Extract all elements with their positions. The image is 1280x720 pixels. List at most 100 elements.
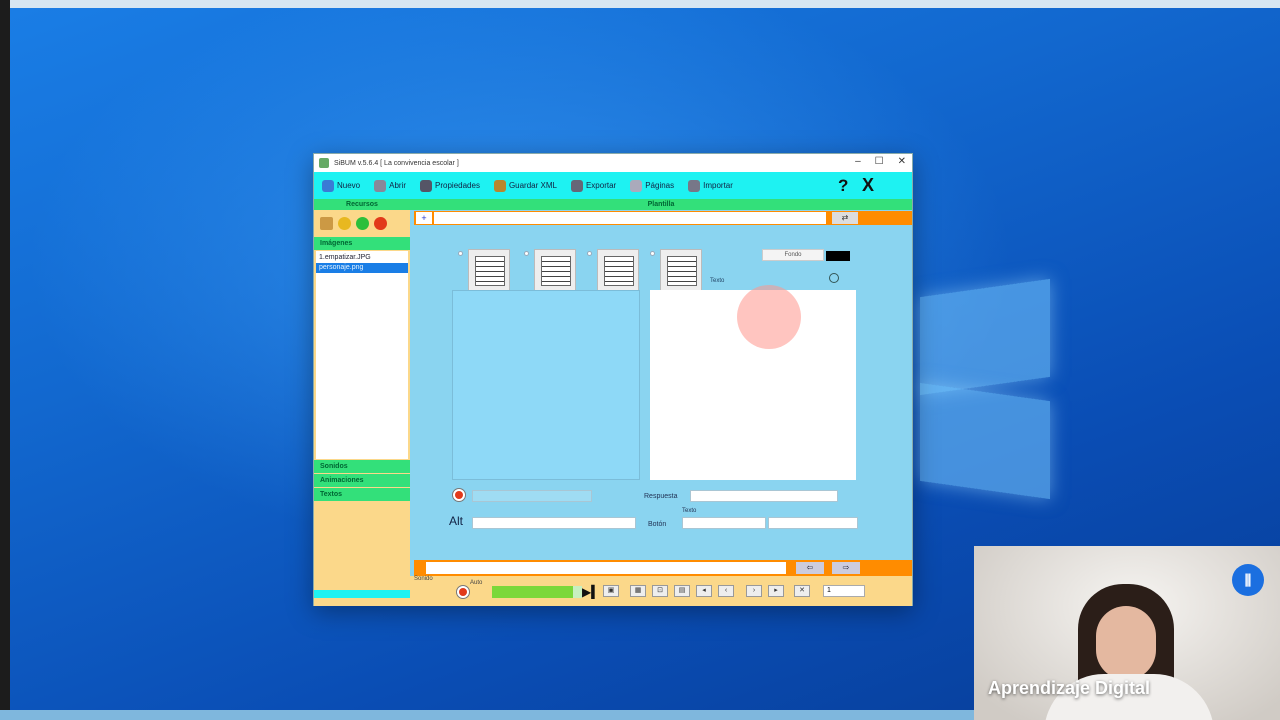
brand-logo-icon: ⫼ [1232,564,1264,596]
top-edge [0,0,1280,8]
delete-icon[interactable] [374,216,387,230]
edit-icon[interactable] [829,273,839,283]
image-name-field[interactable] [472,490,592,502]
next-icon[interactable]: › [746,585,762,597]
button-label: Botón [648,521,667,528]
background-button[interactable]: Fondo [762,249,824,261]
layout-radio-2[interactable] [524,251,529,256]
answer-input[interactable] [690,490,838,502]
layout-radio-1[interactable] [458,251,463,256]
list-item[interactable]: personaje.png [316,263,408,273]
texts-category[interactable]: Textos [314,488,410,501]
main-toolbar: Nuevo Abrir Propiedades Guardar XML Expo… [314,172,912,199]
export-icon [570,179,583,192]
upload-icon[interactable] [338,216,351,230]
auto-label: Auto [470,580,483,586]
layout-image-left[interactable] [468,249,510,291]
sounds-category[interactable]: Sonidos [314,460,410,473]
windows-logo [920,268,1050,508]
grid-icon[interactable]: ▦ [630,585,646,597]
button-text-label: Texto [682,508,697,514]
toolbar-import-button[interactable]: Importar [688,179,733,192]
answer-label: Respuesta [644,493,678,500]
tools-icon[interactable] [320,216,333,230]
minimize-button[interactable]: – [855,156,861,167]
first-page-icon[interactable]: ◂ [696,585,712,597]
feedback-bar: ⇦ ⇨ [414,560,912,576]
sound-progress[interactable] [492,586,582,598]
layout-glyph [475,256,505,286]
close-app-button[interactable]: X [862,175,874,196]
layout-glyph [667,256,697,286]
refresh-icon[interactable] [356,216,369,230]
images-category[interactable]: Imágenes [314,237,410,250]
open-icon [374,179,387,192]
webcam-overlay: ⫼ Aprendizaje Digital [974,546,1280,720]
layout-image-bottom[interactable] [660,249,702,291]
toolbar-save-button[interactable]: Guardar XML [493,179,557,192]
alt-label: Alt [449,514,464,528]
images-list: 1.empatizar.JPG personaje.png [316,251,408,459]
play-icon[interactable]: ▶▍ [582,585,600,599]
left-edge [0,0,10,720]
button-text-input[interactable] [682,517,766,529]
toolbar-export-button[interactable]: Exportar [570,179,616,192]
help-button[interactable]: ? [838,176,848,196]
resources-panel: Recursos Imágenes 1.empatizar.JPG person… [314,199,410,606]
template-header: Plantilla [410,199,912,210]
toolbar-new-button[interactable]: Nuevo [322,179,360,192]
layout-image-right[interactable] [534,249,576,291]
zoom-icon[interactable]: ⊡ [652,585,668,597]
pages-icon [630,179,643,192]
close-window-button[interactable]: ✕ [898,156,906,167]
layout-radio-3[interactable] [587,251,592,256]
webcam-caption: Aprendizaje Digital [988,678,1151,698]
layout-glyph [541,256,571,286]
progress-fill [492,586,573,598]
presenter-face [1096,606,1156,680]
save-sound-icon[interactable]: ▣ [603,585,619,597]
template-editor: Plantilla + ⇄ Fondo Texto Respuesta Alt … [410,199,912,606]
resources-tools [314,210,410,236]
sound-label: Sonido [414,576,433,582]
alt-input[interactable] [472,517,636,529]
delete-page-icon[interactable]: ✕ [794,585,810,597]
list-item[interactable]: 1.empatizar.JPG [316,253,408,263]
toolbar-open-button[interactable]: Abrir [374,179,406,192]
resources-header: Recursos [314,199,410,210]
feedback-input[interactable] [426,562,786,574]
prev-page-button[interactable]: ⇦ [796,562,824,574]
app-window: SiBUM v.5.6.4 [ La convivencia escolar ]… [313,153,913,606]
toolbar-pages-button[interactable]: Páginas [630,179,674,192]
animations-category[interactable]: Animaciones [314,474,410,487]
color-swatch[interactable] [826,251,850,261]
next-page-button[interactable]: ⇨ [832,562,860,574]
page-nav-button[interactable]: ⇄ [832,212,858,224]
page-number-field[interactable]: 1 [823,585,865,597]
page-title-bar: + ⇄ [414,211,912,225]
page-title-input[interactable] [434,212,826,224]
prev-icon[interactable]: ‹ [718,585,734,597]
layout-glyph [604,256,634,286]
last-page-icon[interactable]: ▸ [768,585,784,597]
layout-radio-4[interactable] [650,251,655,256]
window-title: SiBUM v.5.6.4 [ La convivencia escolar ] [334,159,459,167]
toolbar-properties-button[interactable]: Propiedades [420,179,480,192]
button-action-input[interactable] [768,517,858,529]
remove-sound-button[interactable] [456,585,470,599]
remove-image-button[interactable] [452,488,466,502]
page-icon[interactable]: ▤ [674,585,690,597]
add-page-button[interactable]: + [416,212,432,224]
sound-bar: Sonido Auto ▶▍ ▣ ▦ ⊡ ▤ ◂ ‹ › ▸ ✕ 1 [410,576,912,606]
text-label: Texto [710,278,725,284]
layout-image-top[interactable] [597,249,639,291]
save-icon [493,179,506,192]
resources-footer [314,590,410,598]
image-pane[interactable] [452,290,640,480]
window-controls: – ☐ ✕ [855,156,906,167]
title-bar: SiBUM v.5.6.4 [ La convivencia escolar ]… [314,154,912,172]
taskbar-strip [0,710,980,720]
maximize-button[interactable]: ☐ [875,156,884,167]
import-icon [688,179,701,192]
new-icon [322,179,334,192]
